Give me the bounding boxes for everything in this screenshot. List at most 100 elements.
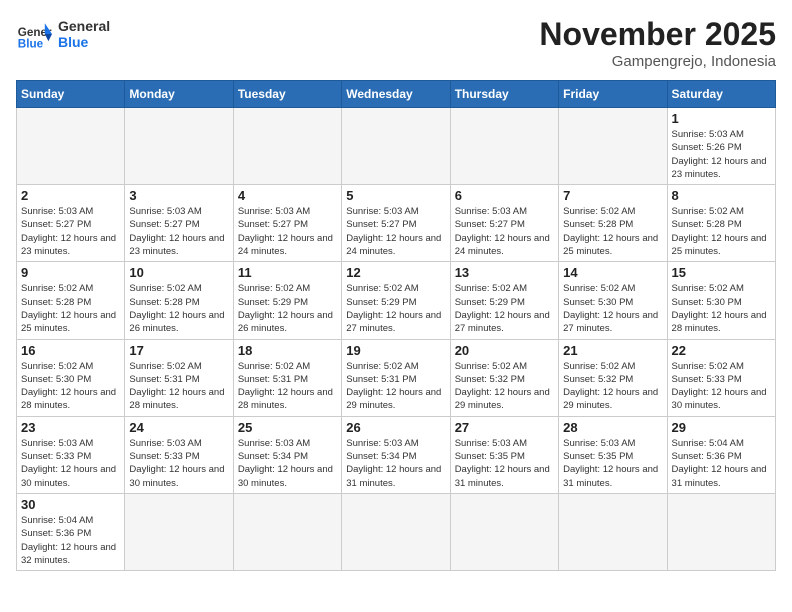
calendar-week-row: 2 Sunrise: 5:03 AMSunset: 5:27 PMDaylight… [17, 185, 776, 262]
day-info: Sunrise: 5:02 AMSunset: 5:29 PMDaylight:… [346, 282, 445, 335]
location: Gampengrejo, Indonesia [539, 53, 776, 70]
day-info: Sunrise: 5:03 AMSunset: 5:27 PMDaylight:… [21, 205, 120, 258]
logo-icon: General Blue [16, 16, 52, 52]
header-thursday: Thursday [450, 81, 558, 108]
day-info: Sunrise: 5:02 AMSunset: 5:30 PMDaylight:… [21, 360, 120, 413]
day-number: 18 [238, 343, 337, 358]
calendar-cell: 27 Sunrise: 5:03 AMSunset: 5:35 PMDayligh… [450, 416, 558, 493]
day-info: Sunrise: 5:02 AMSunset: 5:30 PMDaylight:… [672, 282, 771, 335]
calendar-cell [125, 108, 233, 185]
calendar-cell: 4 Sunrise: 5:03 AMSunset: 5:27 PMDaylight… [233, 185, 341, 262]
day-info: Sunrise: 5:02 AMSunset: 5:29 PMDaylight:… [455, 282, 554, 335]
calendar-cell [17, 108, 125, 185]
day-info: Sunrise: 5:03 AMSunset: 5:34 PMDaylight:… [346, 437, 445, 490]
calendar-cell: 30 Sunrise: 5:04 AMSunset: 5:36 PMDayligh… [17, 493, 125, 570]
day-info: Sunrise: 5:02 AMSunset: 5:28 PMDaylight:… [672, 205, 771, 258]
day-number: 23 [21, 420, 120, 435]
day-number: 4 [238, 188, 337, 203]
calendar-cell: 2 Sunrise: 5:03 AMSunset: 5:27 PMDaylight… [17, 185, 125, 262]
calendar-cell: 11Sunrise: 5:02 AMSunset: 5:29 PMDayligh… [233, 262, 341, 339]
calendar-cell: 8 Sunrise: 5:02 AMSunset: 5:28 PMDaylight… [667, 185, 775, 262]
day-number: 3 [129, 188, 228, 203]
header-sunday: Sunday [17, 81, 125, 108]
day-number: 7 [563, 188, 662, 203]
day-info: Sunrise: 5:03 AMSunset: 5:27 PMDaylight:… [455, 205, 554, 258]
day-info: Sunrise: 5:03 AMSunset: 5:35 PMDaylight:… [563, 437, 662, 490]
day-info: Sunrise: 5:04 AMSunset: 5:36 PMDaylight:… [21, 514, 120, 567]
calendar-cell: 10Sunrise: 5:02 AMSunset: 5:28 PMDayligh… [125, 262, 233, 339]
day-number: 30 [21, 497, 120, 512]
calendar-cell: 1Sunrise: 5:03 AMSunset: 5:26 PMDaylight… [667, 108, 775, 185]
day-info: Sunrise: 5:03 AMSunset: 5:34 PMDaylight:… [238, 437, 337, 490]
calendar-week-row: 1Sunrise: 5:03 AMSunset: 5:26 PMDaylight… [17, 108, 776, 185]
day-info: Sunrise: 5:02 AMSunset: 5:31 PMDaylight:… [238, 360, 337, 413]
calendar-week-row: 9Sunrise: 5:02 AMSunset: 5:28 PMDaylight… [17, 262, 776, 339]
calendar-cell: 19 Sunrise: 5:02 AMSunset: 5:31 PMDayligh… [342, 339, 450, 416]
calendar-cell: 6 Sunrise: 5:03 AMSunset: 5:27 PMDaylight… [450, 185, 558, 262]
logo-blue-text: Blue [58, 34, 110, 50]
calendar-cell: 16 Sunrise: 5:02 AMSunset: 5:30 PMDayligh… [17, 339, 125, 416]
day-number: 27 [455, 420, 554, 435]
header-friday: Friday [559, 81, 667, 108]
day-info: Sunrise: 5:02 AMSunset: 5:33 PMDaylight:… [672, 360, 771, 413]
calendar-cell: 9Sunrise: 5:02 AMSunset: 5:28 PMDaylight… [17, 262, 125, 339]
page-header: General Blue General Blue November 2025 … [16, 16, 776, 70]
calendar-week-row: 30 Sunrise: 5:04 AMSunset: 5:36 PMDayligh… [17, 493, 776, 570]
day-info: Sunrise: 5:03 AMSunset: 5:27 PMDaylight:… [238, 205, 337, 258]
day-info: Sunrise: 5:02 AMSunset: 5:32 PMDaylight:… [563, 360, 662, 413]
calendar-cell: 17Sunrise: 5:02 AMSunset: 5:31 PMDayligh… [125, 339, 233, 416]
header-saturday: Saturday [667, 81, 775, 108]
calendar-cell: 26Sunrise: 5:03 AMSunset: 5:34 PMDayligh… [342, 416, 450, 493]
calendar-cell: 20Sunrise: 5:02 AMSunset: 5:32 PMDayligh… [450, 339, 558, 416]
day-number: 2 [21, 188, 120, 203]
calendar-cell: 28 Sunrise: 5:03 AMSunset: 5:35 PMDayligh… [559, 416, 667, 493]
calendar-cell: 21Sunrise: 5:02 AMSunset: 5:32 PMDayligh… [559, 339, 667, 416]
calendar-cell: 7Sunrise: 5:02 AMSunset: 5:28 PMDaylight… [559, 185, 667, 262]
calendar-cell: 13Sunrise: 5:02 AMSunset: 5:29 PMDayligh… [450, 262, 558, 339]
calendar-cell: 12 Sunrise: 5:02 AMSunset: 5:29 PMDayligh… [342, 262, 450, 339]
day-info: Sunrise: 5:03 AMSunset: 5:33 PMDaylight:… [21, 437, 120, 490]
calendar-cell [667, 493, 775, 570]
calendar-table: SundayMondayTuesdayWednesdayThursdayFrid… [16, 80, 776, 571]
day-number: 11 [238, 265, 337, 280]
calendar-cell [450, 108, 558, 185]
svg-text:Blue: Blue [18, 38, 44, 51]
calendar-week-row: 16 Sunrise: 5:02 AMSunset: 5:30 PMDayligh… [17, 339, 776, 416]
day-number: 12 [346, 265, 445, 280]
day-info: Sunrise: 5:03 AMSunset: 5:26 PMDaylight:… [672, 128, 771, 181]
day-number: 16 [21, 343, 120, 358]
month-title: November 2025 [539, 16, 776, 53]
calendar-cell: 3 Sunrise: 5:03 AMSunset: 5:27 PMDaylight… [125, 185, 233, 262]
header-tuesday: Tuesday [233, 81, 341, 108]
day-number: 20 [455, 343, 554, 358]
header-wednesday: Wednesday [342, 81, 450, 108]
day-number: 29 [672, 420, 771, 435]
title-block: November 2025 Gampengrejo, Indonesia [539, 16, 776, 70]
calendar-cell: 14Sunrise: 5:02 AMSunset: 5:30 PMDayligh… [559, 262, 667, 339]
day-info: Sunrise: 5:02 AMSunset: 5:31 PMDaylight:… [346, 360, 445, 413]
calendar-cell: 24Sunrise: 5:03 AMSunset: 5:33 PMDayligh… [125, 416, 233, 493]
day-number: 22 [672, 343, 771, 358]
day-number: 10 [129, 265, 228, 280]
day-number: 9 [21, 265, 120, 280]
logo: General Blue General Blue [16, 16, 110, 52]
calendar-header-row: SundayMondayTuesdayWednesdayThursdayFrid… [17, 81, 776, 108]
day-info: Sunrise: 5:02 AMSunset: 5:31 PMDaylight:… [129, 360, 228, 413]
day-number: 15 [672, 265, 771, 280]
day-info: Sunrise: 5:03 AMSunset: 5:35 PMDaylight:… [455, 437, 554, 490]
day-number: 8 [672, 188, 771, 203]
day-number: 19 [346, 343, 445, 358]
calendar-cell [233, 493, 341, 570]
calendar-cell: 18 Sunrise: 5:02 AMSunset: 5:31 PMDayligh… [233, 339, 341, 416]
logo-general-text: General [58, 18, 110, 34]
day-info: Sunrise: 5:03 AMSunset: 5:27 PMDaylight:… [129, 205, 228, 258]
day-number: 6 [455, 188, 554, 203]
day-info: Sunrise: 5:02 AMSunset: 5:30 PMDaylight:… [563, 282, 662, 335]
calendar-cell: 22 Sunrise: 5:02 AMSunset: 5:33 PMDayligh… [667, 339, 775, 416]
day-info: Sunrise: 5:03 AMSunset: 5:33 PMDaylight:… [129, 437, 228, 490]
calendar-cell: 25Sunrise: 5:03 AMSunset: 5:34 PMDayligh… [233, 416, 341, 493]
calendar-cell [342, 108, 450, 185]
calendar-cell [559, 108, 667, 185]
header-monday: Monday [125, 81, 233, 108]
day-number: 28 [563, 420, 662, 435]
